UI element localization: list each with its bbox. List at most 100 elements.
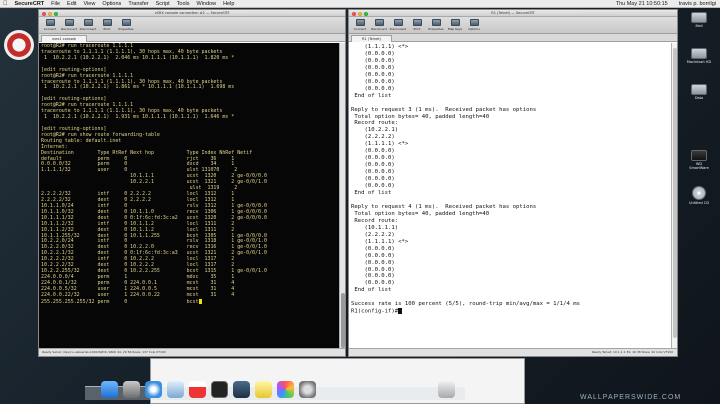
- zoom-icon[interactable]: [54, 11, 58, 16]
- close-icon[interactable]: [42, 11, 46, 16]
- cd-icon: [692, 186, 706, 200]
- status-bar: Ready Telnet: 10.1.1.1 39, 16 38 Rows, 9…: [349, 348, 677, 356]
- dock-calendar-icon[interactable]: [189, 381, 206, 398]
- terminal-line: (1.1.1.1) <*>: [351, 238, 409, 245]
- zoom-icon[interactable]: [364, 11, 368, 16]
- connect-button[interactable]: Connect: [353, 19, 367, 31]
- window-controls: [352, 11, 368, 16]
- menu-transfer[interactable]: Transfer: [128, 1, 148, 7]
- desktop-icon-mail[interactable]: Mail: [686, 12, 712, 28]
- desktop-icon-data[interactable]: Data: [686, 84, 712, 100]
- minimize-icon[interactable]: [48, 11, 52, 16]
- terminal-line: (0.0.0.0): [351, 273, 395, 280]
- properties-button[interactable]: Properties: [118, 19, 134, 31]
- menu-window[interactable]: Window: [197, 1, 217, 7]
- terminal-line: (0.0.0.0): [351, 57, 395, 64]
- terminal-line: (0.0.0.0): [351, 85, 395, 92]
- terminal-line: Total option bytes= 40, padded length=40: [351, 113, 490, 120]
- desktop-icon-wd-smartware[interactable]: WD SmartWare: [686, 150, 712, 170]
- terminal-line: Reply to request 3 (1 ms). Received pack…: [351, 106, 537, 113]
- menu-clock[interactable]: Thu May 21 10:50:15: [616, 1, 668, 7]
- terminal-line: End of list: [351, 190, 392, 197]
- options-button[interactable]: Options: [467, 19, 481, 31]
- terminal-line: (0.0.0.0): [351, 176, 395, 183]
- close-icon[interactable]: [352, 11, 356, 16]
- connect-button[interactable]: Connect: [43, 19, 57, 31]
- dock-safari-icon[interactable]: [145, 381, 162, 398]
- terminal-line: End of list: [351, 287, 392, 294]
- terminal-line: (2.2.2.2): [351, 231, 395, 238]
- reconnect-icon: [374, 19, 384, 26]
- dock-trash-icon[interactable]: [438, 381, 455, 398]
- status-bar: Ready Serial: /dev/cu.usbserial-A100OWD0…: [39, 348, 345, 356]
- terminal-line: (0.0.0.0): [351, 148, 395, 155]
- toolbar: Connect Reconnect Disconnect Print Prope…: [349, 17, 677, 34]
- print-button[interactable]: Print: [410, 19, 424, 31]
- properties-button[interactable]: Properties: [428, 19, 444, 31]
- reconnect-button[interactable]: Reconnect: [61, 19, 77, 31]
- drive-icon: [691, 84, 707, 95]
- dock-notes-icon[interactable]: [255, 381, 272, 398]
- dock-photos-icon[interactable]: [277, 381, 294, 398]
- disconnect-button[interactable]: Disconnect: [80, 19, 96, 31]
- menu-script[interactable]: Script: [156, 1, 170, 7]
- menu-edit[interactable]: Edit: [67, 1, 76, 7]
- terminal-line: (0.0.0.0): [351, 71, 395, 78]
- print-button[interactable]: Print: [100, 19, 114, 31]
- toolbar: Connect Reconnect Disconnect Print Prope…: [39, 17, 345, 34]
- disconnect-button[interactable]: Disconnect: [390, 19, 406, 31]
- connect-icon: [45, 19, 55, 26]
- securecrt-window-left[interactable]: vSRX console connection #2 — SecureCRT C…: [38, 9, 346, 357]
- drive-icon: [691, 48, 707, 59]
- terminal-output-right[interactable]: (1.1.1.1) <*> (0.0.0.0) (0.0.0.0) (0.0.0…: [349, 43, 671, 348]
- status-text: Ready Telnet: 10.1.1.1 39, 16 38 Rows, 9…: [591, 350, 673, 354]
- scrollbar-thumb[interactable]: [341, 293, 345, 348]
- app-launcher-icon[interactable]: [4, 30, 34, 60]
- dock-mail-icon[interactable]: [167, 381, 184, 398]
- dock-securecrt-icon[interactable]: [233, 381, 250, 398]
- window-title-bar[interactable]: vSRX console connection #2 — SecureCRT: [39, 10, 345, 17]
- desktop-icon-macintosh-hd[interactable]: Macintosh HD: [686, 48, 712, 64]
- keyboard-icon: [450, 19, 460, 26]
- terminal-line: 255.255.255.255/32 perm 0 bcst: [41, 298, 337, 306]
- menu-help[interactable]: Help: [223, 1, 234, 7]
- terminal-cursor: [398, 308, 403, 315]
- menu-options[interactable]: Options: [102, 1, 121, 7]
- dock-launchpad-icon[interactable]: [123, 381, 140, 398]
- printer-icon: [412, 19, 422, 26]
- scrollbar[interactable]: [671, 43, 677, 348]
- terminal-line: (1.1.1.1) <*>: [351, 44, 409, 50]
- menu-file[interactable]: File: [51, 1, 60, 7]
- terminal-line: R1(config-if)#: [351, 308, 669, 315]
- terminal-line: Total option bytes= 40, padded length=40: [351, 210, 490, 217]
- menu-view[interactable]: View: [84, 1, 96, 7]
- window-title: vSRX console connection #2 — SecureCRT: [154, 11, 230, 15]
- terminal-line: (0.0.0.0): [351, 245, 395, 252]
- dock-finder-icon[interactable]: [101, 381, 118, 398]
- reconnect-button[interactable]: Reconnect: [371, 19, 387, 31]
- session-tab[interactable]: vsrx1 console: [41, 35, 88, 42]
- terminal-output-left[interactable]: root@R2# run traceroute 1.1.1.1 tracerout…: [39, 43, 339, 348]
- session-tab[interactable]: R1 (Telnet): [351, 35, 392, 42]
- menu-tools[interactable]: Tools: [177, 1, 190, 7]
- apple-icon[interactable]: : [3, 1, 8, 7]
- dock-terminal-icon[interactable]: [211, 381, 228, 398]
- terminal-line: (0.0.0.0): [351, 155, 395, 162]
- disconnect-icon: [393, 19, 403, 26]
- desktop-right-icons: Mail Macintosh HD Data WD SmartWare Unti…: [678, 10, 720, 404]
- gear-icon: [469, 19, 479, 26]
- window-title-bar[interactable]: R1 (Telnet) — SecureCRT: [349, 10, 677, 17]
- desktop-icon-untitled-cd[interactable]: Untitled CD: [686, 186, 712, 205]
- securecrt-window-right[interactable]: R1 (Telnet) — SecureCRT Connect Reconnec…: [348, 9, 678, 357]
- map-keys-button[interactable]: Map Keys: [448, 19, 462, 31]
- scrollbar-thumb[interactable]: [673, 48, 677, 338]
- menu-user[interactable]: travis p. borrilgi: [679, 1, 716, 7]
- dock-settings-icon[interactable]: [299, 381, 316, 398]
- menu-app-name[interactable]: SecureCRT: [15, 1, 45, 7]
- drive-icon: [691, 12, 707, 23]
- scrollbar[interactable]: [339, 43, 345, 348]
- minimize-icon[interactable]: [358, 11, 362, 16]
- window-controls: [42, 11, 58, 16]
